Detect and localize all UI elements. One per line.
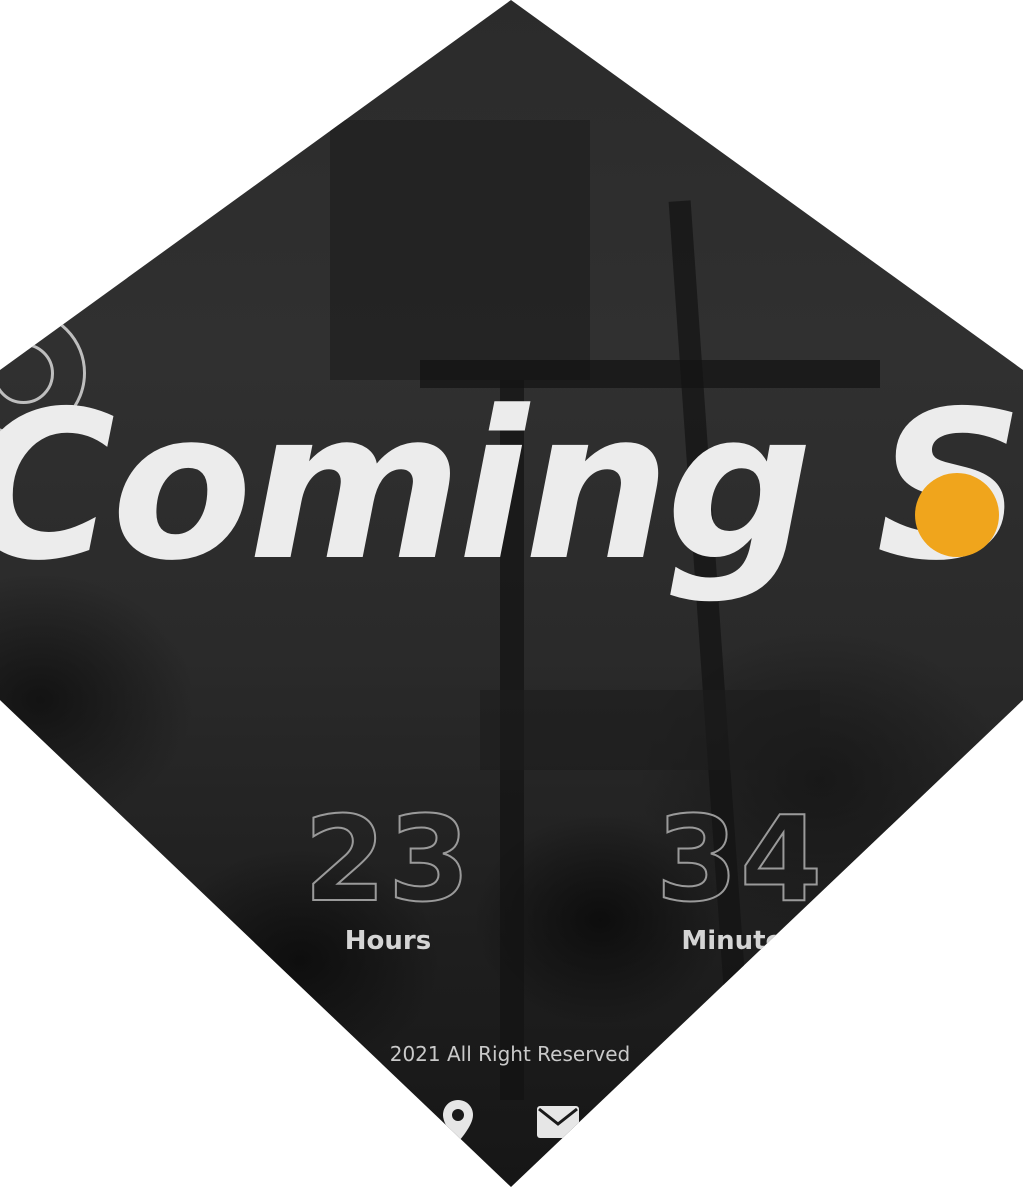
location-pin-icon[interactable] xyxy=(440,1098,476,1148)
countdown-hours-value: 23 xyxy=(303,790,473,928)
copyright-text: 2021 All Right Reserved xyxy=(389,1042,631,1066)
coming-soon-headline: Coming Soon xyxy=(0,368,1023,606)
footer-icons xyxy=(440,1098,600,1148)
countdown-hours: 23 Hours xyxy=(268,790,508,956)
countdown-hours-label: Hours xyxy=(344,926,432,956)
countdown-minutes: 34 Minutes xyxy=(620,790,860,956)
countdown-minutes-label: Minutes xyxy=(681,926,799,956)
accent-dot xyxy=(915,473,999,557)
countdown-days-value: 27 xyxy=(0,780,85,918)
countdown-days: 27 xyxy=(0,780,120,918)
countdown-minutes-value: 34 xyxy=(655,790,825,928)
hero-section: Coming Soon 27 23 Hours 34 Minutes 2021 … xyxy=(0,0,1023,1187)
mail-icon[interactable] xyxy=(535,1104,581,1144)
background-rope xyxy=(668,200,754,1100)
background-panel xyxy=(330,120,590,380)
background-bench xyxy=(480,690,820,770)
